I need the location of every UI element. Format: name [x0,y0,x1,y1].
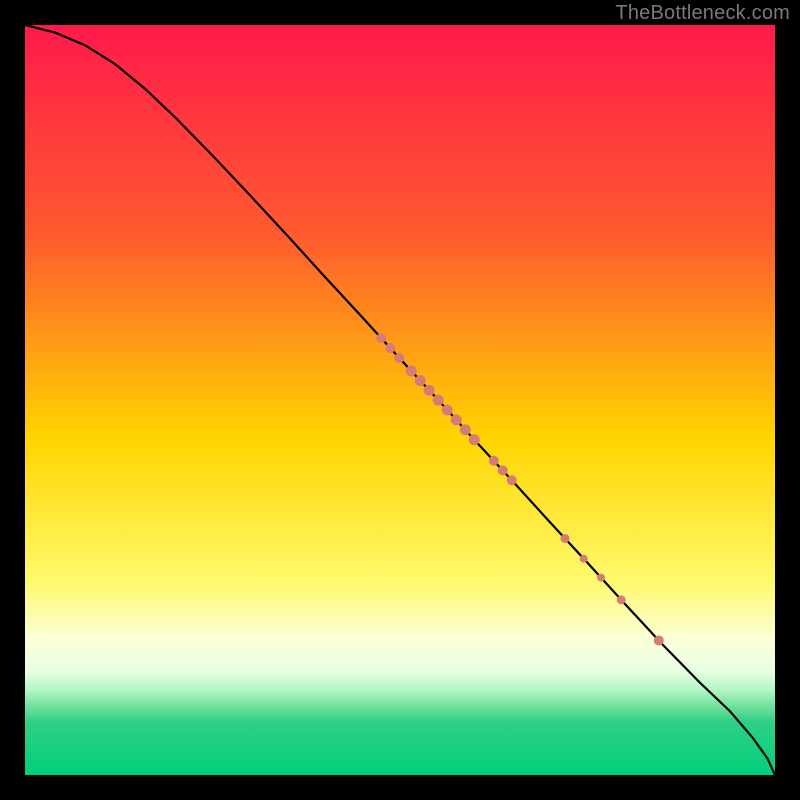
curve-marker [460,424,471,435]
curve-marker [394,353,404,363]
curve-marker [424,385,435,396]
curve-marker [507,475,517,485]
curve-marker [376,333,386,343]
curve-layer [25,25,775,775]
plot-area [25,25,775,775]
curve-marker [469,434,480,445]
curve-marker [654,635,664,645]
curve-marker [451,414,462,425]
curve-marker [498,465,508,475]
main-curve [25,25,775,775]
curve-marker [597,574,605,582]
curve-marker [415,375,426,386]
curve-marker [561,534,570,543]
watermark-text: TheBottleneck.com [615,2,790,25]
curve-marker [489,456,499,466]
curve-marker [433,395,444,406]
curve-marker [406,365,417,376]
curve-marker [617,595,626,604]
curve-marker [580,555,588,563]
curve-marker [442,404,453,415]
chart-stage: TheBottleneck.com [0,0,800,800]
curve-marker [385,343,395,353]
